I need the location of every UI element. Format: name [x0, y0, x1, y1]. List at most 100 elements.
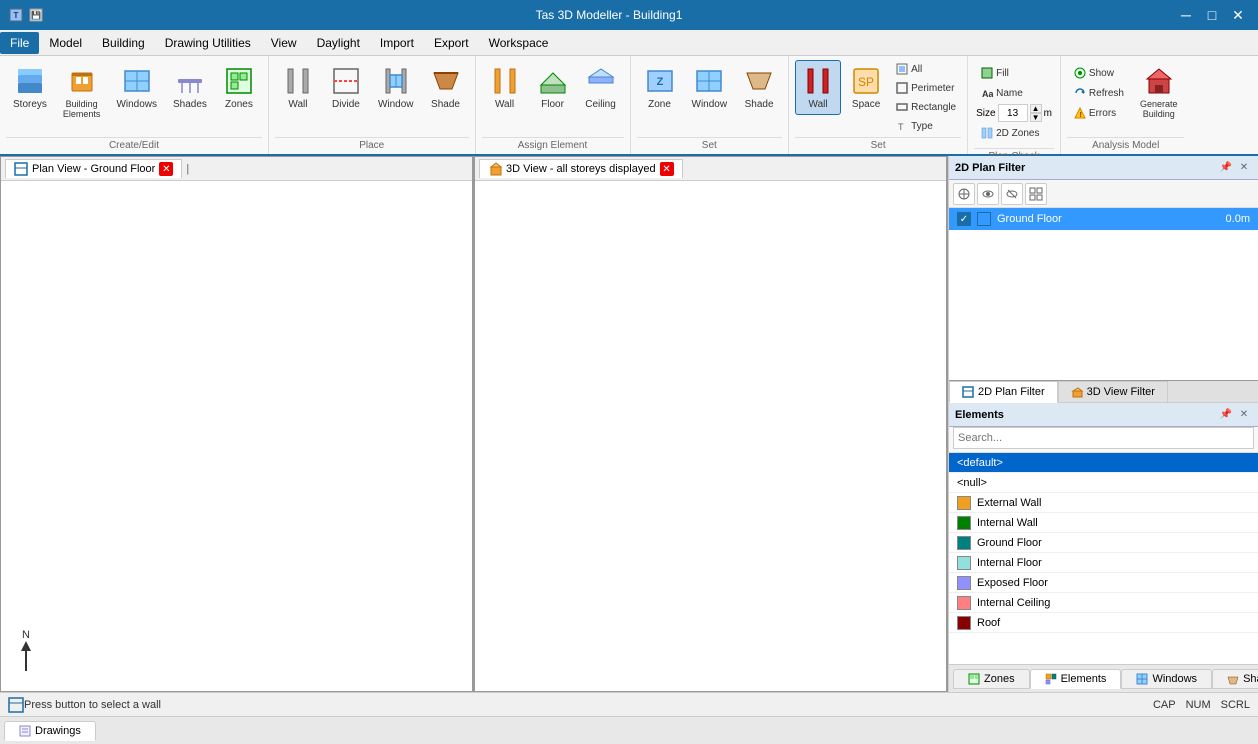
- type-label: Type: [911, 121, 933, 132]
- element-item-external-wall[interactable]: External Wall: [949, 493, 1258, 513]
- show-button[interactable]: Show: [1069, 64, 1129, 82]
- tab-2d-plan-filter[interactable]: 2D Plan Filter: [949, 381, 1058, 403]
- zone-set-label: Zone: [648, 99, 671, 110]
- maximize-button[interactable]: □: [1200, 5, 1224, 25]
- ribbon-group-plan-check-content: Fill Aa Name Size ▲ ▼ m: [974, 60, 1054, 146]
- generate-building-icon: [1143, 65, 1175, 97]
- filter-toolbar-btn-1[interactable]: [953, 183, 975, 205]
- svg-text:💾: 💾: [31, 10, 41, 20]
- plan-filter-section: 2D Plan Filter 📌 ✕: [949, 156, 1258, 381]
- errors-label: Errors: [1089, 108, 1116, 119]
- menu-model[interactable]: Model: [39, 32, 92, 54]
- menu-building[interactable]: Building: [92, 32, 155, 54]
- element-item-roof[interactable]: Roof: [949, 613, 1258, 633]
- menu-daylight[interactable]: Daylight: [307, 32, 370, 54]
- element-item-null[interactable]: <null>: [949, 473, 1258, 493]
- set2-label: Set: [795, 137, 961, 154]
- refresh-button[interactable]: Refresh: [1069, 84, 1129, 102]
- divide-button[interactable]: Divide: [323, 60, 369, 115]
- ribbon-group-plan-check: Fill Aa Name Size ▲ ▼ m: [968, 56, 1061, 154]
- shades-button[interactable]: Shades: [166, 60, 214, 115]
- filter-toolbar-btn-4[interactable]: [1025, 183, 1047, 205]
- element-item-internal-floor[interactable]: Internal Floor: [949, 553, 1258, 573]
- 2d-zones-button[interactable]: 2D Zones: [976, 124, 1052, 142]
- element-item-default[interactable]: <default>: [949, 453, 1258, 473]
- floor-assign-button[interactable]: Floor: [530, 60, 576, 115]
- plan-view-tab-label: Plan View - Ground Floor: [32, 163, 155, 175]
- size-up-button[interactable]: ▲: [1030, 104, 1042, 113]
- size-down-button[interactable]: ▼: [1030, 113, 1042, 122]
- shade-set-button[interactable]: Shade: [736, 60, 782, 115]
- tab-3d-view-filter[interactable]: 3D View Filter: [1058, 381, 1168, 402]
- window-set-button[interactable]: Window: [685, 60, 735, 115]
- name-button[interactable]: Aa Name: [976, 84, 1052, 102]
- ribbon-group-assign: Wall Floor: [476, 56, 631, 154]
- wall-active-button[interactable]: Wall: [795, 60, 841, 115]
- elements-close-button[interactable]: ✕: [1236, 407, 1252, 423]
- zones-button[interactable]: Zones: [216, 60, 262, 115]
- wall-assign-button[interactable]: Wall: [482, 60, 528, 115]
- drawings-tab[interactable]: Drawings: [4, 721, 96, 741]
- bottom-tab-windows[interactable]: Windows: [1121, 669, 1212, 689]
- elements-pin-button[interactable]: 📌: [1218, 407, 1234, 423]
- panel-close-button[interactable]: ✕: [1236, 160, 1252, 176]
- element-item-internal-ceiling[interactable]: Internal Ceiling: [949, 593, 1258, 613]
- floor-checkbox[interactable]: ✓: [957, 212, 971, 226]
- window-controls[interactable]: ─ □ ✕: [1174, 5, 1250, 25]
- filter-toolbar-btn-3[interactable]: [1001, 183, 1023, 205]
- menu-import[interactable]: Import: [370, 32, 424, 54]
- zone-set-button[interactable]: Z Zone: [637, 60, 683, 115]
- element-item-exposed-floor[interactable]: Exposed Floor: [949, 573, 1258, 593]
- building-elements-button[interactable]: BuildingElements: [56, 60, 108, 124]
- wall-place-button[interactable]: Wall: [275, 60, 321, 115]
- svg-text:SP: SP: [858, 75, 874, 89]
- menu-file[interactable]: File: [0, 32, 39, 54]
- all-button[interactable]: All: [891, 60, 961, 78]
- menu-workspace[interactable]: Workspace: [479, 32, 559, 54]
- ceiling-assign-button[interactable]: Ceiling: [578, 60, 624, 115]
- save-icon[interactable]: 💾: [28, 7, 44, 23]
- elements-search-input[interactable]: [953, 427, 1254, 449]
- storeys-button[interactable]: Storeys: [6, 60, 54, 115]
- element-item-ground-floor[interactable]: Ground Floor: [949, 533, 1258, 553]
- size-input[interactable]: [998, 104, 1028, 122]
- ribbon-group-place-content: Wall Divide: [275, 60, 469, 135]
- 3d-view-tab[interactable]: 3D View - all storeys displayed ✕: [479, 159, 683, 178]
- menu-drawing-utilities[interactable]: Drawing Utilities: [155, 32, 261, 54]
- element-item-internal-wall[interactable]: Internal Wall: [949, 513, 1258, 533]
- set-label: Set: [637, 137, 783, 154]
- minimize-button[interactable]: ─: [1174, 5, 1198, 25]
- elements-panel: Elements 📌 ✕ <default> <null>: [949, 403, 1258, 692]
- window-set-label: Window: [692, 99, 728, 110]
- perimeter-button[interactable]: Perimeter: [891, 79, 961, 97]
- type-button[interactable]: T Type: [891, 117, 961, 135]
- filter-toolbar-btn-2[interactable]: [977, 183, 999, 205]
- plan-view-close[interactable]: ✕: [159, 162, 173, 176]
- window-place-button[interactable]: Window: [371, 60, 421, 115]
- 3d-view-close[interactable]: ✕: [660, 162, 674, 176]
- generate-building-button[interactable]: GenerateBuilding: [1133, 60, 1185, 124]
- close-button[interactable]: ✕: [1226, 5, 1250, 25]
- elements-tab-label: Elements: [1061, 673, 1107, 685]
- bottom-tab-elements[interactable]: Elements: [1030, 669, 1122, 689]
- floor-filter-row[interactable]: ✓ Ground Floor 0.0m: [949, 208, 1258, 230]
- windows-button[interactable]: Windows: [109, 60, 164, 115]
- errors-button[interactable]: ! Errors: [1069, 104, 1129, 122]
- 3d-view-icon: [488, 162, 502, 176]
- menu-export[interactable]: Export: [424, 32, 479, 54]
- rectangle-button[interactable]: Rectangle: [891, 98, 961, 116]
- 3d-view-tab-bar: 3D View - all storeys displayed ✕: [475, 157, 946, 181]
- plan-view-tab[interactable]: Plan View - Ground Floor ✕: [5, 159, 182, 178]
- floor-color-swatch: [977, 212, 991, 226]
- space-button[interactable]: SP Space: [843, 60, 889, 115]
- panel-pin-button[interactable]: 📌: [1218, 160, 1234, 176]
- menu-view[interactable]: View: [261, 32, 307, 54]
- type-icon: T: [896, 120, 908, 132]
- fill-button[interactable]: Fill: [976, 64, 1052, 82]
- bottom-tab-zones[interactable]: Zones: [953, 669, 1030, 689]
- refresh-icon: [1074, 87, 1086, 99]
- all-label: All: [911, 64, 922, 75]
- title-bar: T 💾 Tas 3D Modeller - Building1 ─ □ ✕: [0, 0, 1258, 30]
- bottom-tab-shades[interactable]: Shades: [1212, 669, 1258, 689]
- shade-place-button[interactable]: Shade: [423, 60, 469, 115]
